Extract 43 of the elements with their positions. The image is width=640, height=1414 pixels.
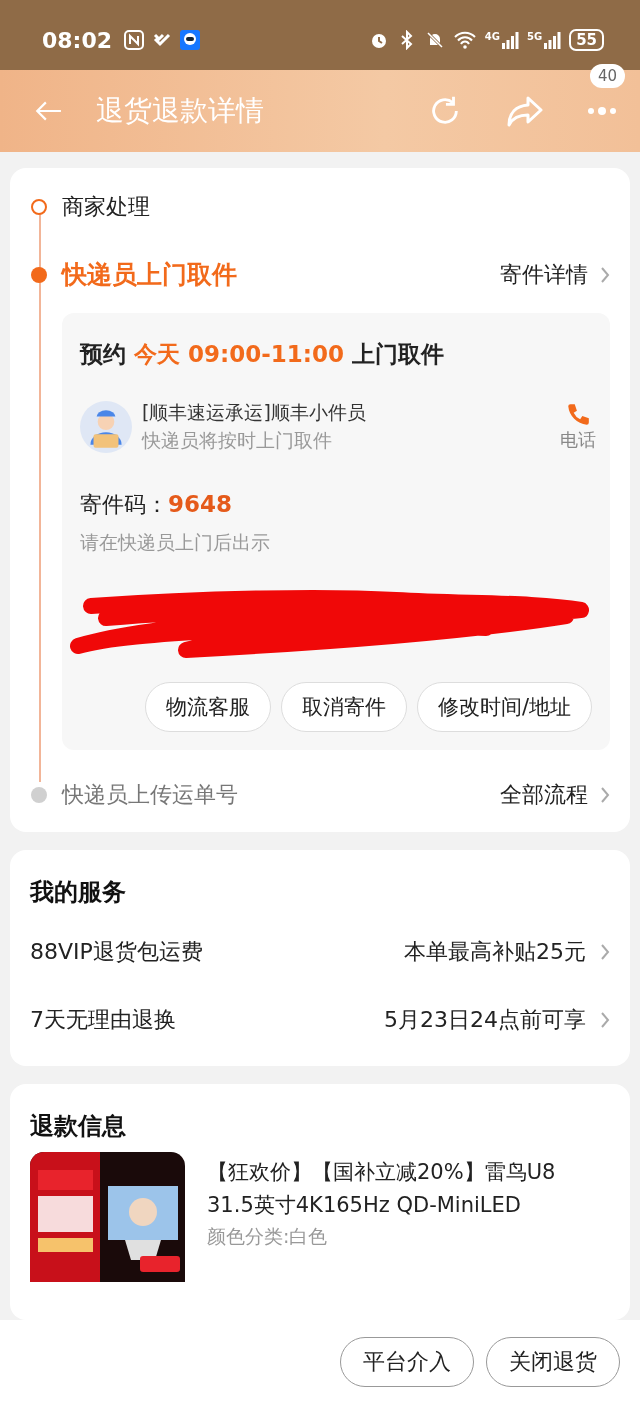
section-title: 退款信息 <box>30 1111 127 1142</box>
network-label: 4G <box>484 31 500 42</box>
action-button[interactable]: 取消寄件 <box>280 682 407 732</box>
battery-indicator: 55 <box>569 29 604 51</box>
action-button[interactable]: 平台介入 <box>340 1337 474 1387</box>
courier-note: 快递员将按时上门取件 <box>142 428 333 453</box>
step-link[interactable]: 全部流程 <box>500 780 610 810</box>
network-label: 5G <box>526 31 543 42</box>
mute-bell-icon <box>424 30 445 50</box>
courier-name: [顺丰速运承运]顺丰小件员 <box>142 400 367 425</box>
notification-badge: 40 <box>590 64 626 88</box>
chevron-icon <box>600 1011 610 1029</box>
product-variant: 颜色分类:白色 <box>207 1224 329 1249</box>
robot-app-icon <box>180 30 201 50</box>
clock-time: 08:02 <box>42 27 113 53</box>
code-label: 寄件码： <box>80 491 168 519</box>
service-row[interactable]: 7天无理由退换 5月23日24点前可享 <box>30 986 610 1054</box>
step-label: 商家处理 <box>62 193 151 221</box>
wifi-icon <box>452 30 477 50</box>
page-title: 退货退款详情 <box>96 93 265 129</box>
section-title: 我的服务 <box>30 877 127 908</box>
pickup-code: 9648 <box>168 491 232 517</box>
action-button[interactable]: 关闭退货 <box>486 1337 620 1387</box>
action-button[interactable]: 修改时间/地址 <box>416 682 592 732</box>
back-arrow-icon <box>34 100 62 122</box>
code-hint: 请在快递员上门后出示 <box>80 530 271 555</box>
action-button[interactable]: 物流客服 <box>144 682 271 732</box>
share-icon <box>506 94 544 128</box>
product-title: 【狂欢价】【国补立减20%】雷鸟U8 31.5英寸4K165Hz QD-MiniLED <box>207 1159 557 1219</box>
signal-icon <box>543 31 562 49</box>
step-link[interactable]: 寄件详情 <box>500 259 610 290</box>
chevron-icon <box>600 265 610 284</box>
step-label: 快递员上门取件 <box>62 259 238 291</box>
service-row[interactable]: 88VIP退货包运费 本单最高补贴25元 <box>30 918 610 986</box>
nfc-icon <box>124 30 145 50</box>
courier-avatar-icon <box>80 401 132 453</box>
phone-icon <box>565 402 591 428</box>
step-label: 快递员上传运单号 <box>62 781 239 809</box>
chevron-icon <box>600 786 610 804</box>
signal-icon <box>500 31 519 49</box>
pickup-time-text: 预约 今天 09:00-11:00 上门取件 <box>80 340 445 369</box>
chevron-icon <box>600 943 610 961</box>
more-icon <box>586 106 618 116</box>
